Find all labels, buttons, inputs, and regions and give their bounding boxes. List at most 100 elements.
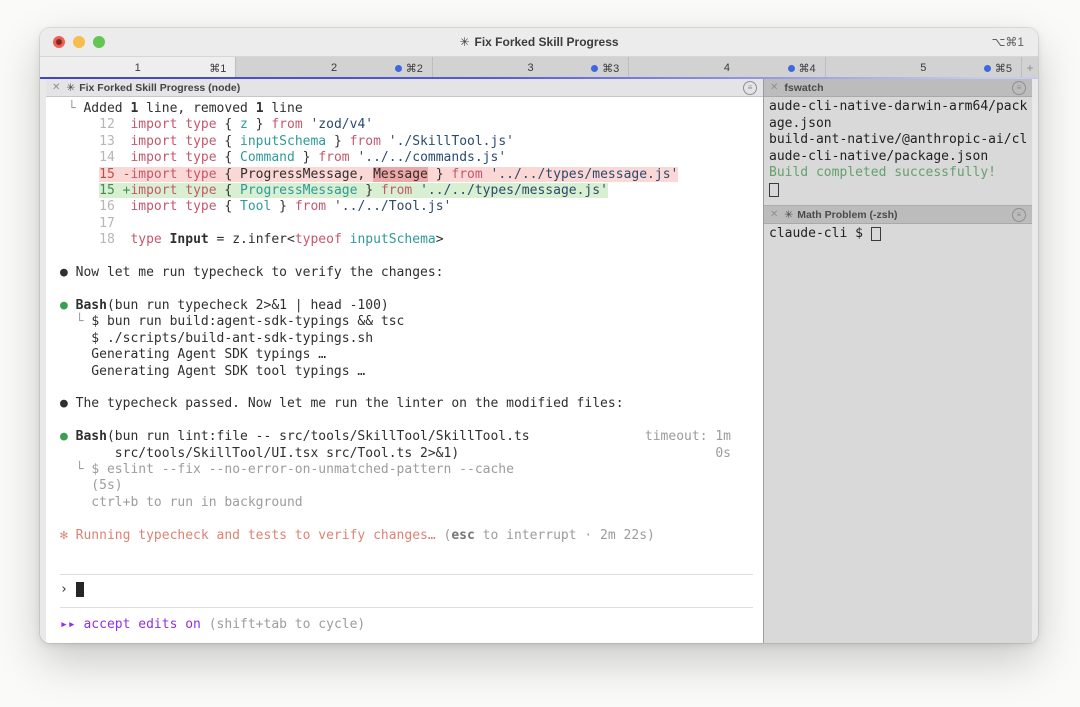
text-segment: { [217,183,240,198]
text-segment: import type [130,134,216,149]
text-segment: '../../types/message.js' [420,183,608,198]
close-pane-icon[interactable]: ✕ [52,82,60,93]
text-segment: line [264,101,303,116]
text-segment: inputSchema [350,232,436,247]
shell-output[interactable]: claude-cli $ [764,224,1032,643]
text-segment: '../../commands.js' [357,150,506,165]
fswatch-line: aude-cli-native/package.json [769,149,1027,166]
text-segment: > [436,232,444,247]
pane-menu-icon[interactable]: ≡ [1012,208,1026,222]
terminal-line: ● Bash(bun run typecheck 2>&1 | head -10… [60,298,753,314]
text-segment: ● The typecheck passed. Now let me run t… [60,396,624,411]
text-segment: Bash [76,429,107,444]
text-segment: 18 [60,232,130,247]
tab-5[interactable]: 5⌘5 [826,57,1022,79]
text-segment: { [217,199,240,214]
left-pane-title: ✳ Fix Forked Skill Progress (node) [66,82,240,94]
pane-menu-icon[interactable]: ≡ [1012,81,1026,95]
text-segment: inputSchema [240,134,326,149]
text-segment: ▸▸ [60,617,83,632]
tab-4[interactable]: 4⌘4 [629,57,825,79]
text-segment: type [130,232,161,247]
diff-added-line: 15 +import type { ProgressMessage } from… [99,183,608,198]
prompt-line: › [60,582,753,598]
activity-dot-icon [591,65,598,72]
text-segment: (5s) [60,478,123,493]
terminal-line [60,249,753,265]
text-segment: 17 [60,216,115,231]
text-segment: Message [373,167,428,182]
terminal-line: Generating Agent SDK typings … [60,347,753,363]
terminal-line: Generating Agent SDK tool typings … [60,364,753,380]
text-segment: Generating Agent SDK tool typings … [60,364,365,379]
pane-menu-icon[interactable]: ≡ [743,81,757,95]
right-aligned-note: 0s [715,446,731,462]
terminal-line [60,511,753,527]
text-segment: › [60,582,76,597]
activity-dot-icon [788,65,795,72]
terminal-line [60,281,753,297]
terminal-line [60,380,753,396]
text-segment: { [217,117,240,132]
text-segment: (shift+tab to cycle) [201,617,365,632]
tab-bar: 1⌘12⌘23⌘34⌘45⌘5 + [40,57,1038,79]
prompt-input[interactable]: › [60,575,753,606]
fswatch-line: Build completed successfully! [769,165,1027,182]
text-segment: } [326,134,349,149]
text-segment: src/tools/SkillTool/UI.tsx src/Tool.ts 2… [60,446,459,461]
text-segment: esc [451,528,474,543]
tab-3[interactable]: 3⌘3 [433,57,629,79]
text-segment: import type [130,199,216,214]
text-segment: 1 [256,101,264,116]
text-segment: └ [60,101,83,116]
zoom-window-button[interactable] [93,36,105,48]
close-pane-icon[interactable]: ✕ [770,82,778,93]
terminal-output: └ Added 1 line, removed 1 line 12 import… [46,97,763,560]
text-segment: to interrupt · 2m 22s) [475,528,655,543]
left-pane-header[interactable]: ✕ ✳ Fix Forked Skill Progress (node) ≡ [46,79,763,97]
title-bar[interactable]: ✳ Fix Forked Skill Progress ⌥⌘1 [40,28,1038,57]
text-segment: claude-cli $ [769,226,871,241]
text-segment: typeof [295,232,342,247]
text-segment: 14 [60,150,130,165]
text-segment: aude-cli-native/package.json [769,149,988,164]
terminal-line: src/tools/SkillTool/UI.tsx src/Tool.ts 2… [60,446,753,462]
text-segment: $ eslint --fix --no-error-on-unmatched-p… [91,462,514,477]
text-segment: Tool [240,199,271,214]
fswatch-output[interactable]: aude-cli-native-darwin-arm64/package.jso… [764,97,1032,205]
text-segment: } [295,150,318,165]
minimize-window-button[interactable] [73,36,85,48]
math-problem-pane-header[interactable]: ✕ ✳ Math Problem (-zsh) ≡ [764,205,1032,224]
math-problem-pane: ✕ ✳ Math Problem (-zsh) ≡ claude-cli $ [764,205,1032,643]
text-segment: 15 - [99,167,130,182]
text-segment: z [240,117,248,132]
close-window-button[interactable] [53,36,65,48]
add-tab-button[interactable]: + [1022,57,1038,79]
tab-shortcut-text: ⌘5 [995,62,1012,75]
text-segment: '../../Tool.js' [334,199,451,214]
diff-removed-line: 15 -import type { ProgressMessage, Messa… [99,167,678,182]
text-segment: 13 [60,134,130,149]
claude-code-terminal[interactable]: └ Added 1 line, removed 1 line 12 import… [46,97,763,643]
fswatch-pane-header[interactable]: ✕ fswatch ≡ [764,79,1032,97]
tab-2[interactable]: 2⌘2 [236,57,432,79]
tab-1[interactable]: 1⌘1 [40,57,236,79]
close-pane-icon[interactable]: ✕ [770,209,778,220]
text-segment: Added [83,101,130,116]
text-segment: from [451,167,482,182]
terminal-line: ctrl+b to run in background [60,495,753,511]
text-segment: 15 + [99,183,130,198]
tab-shortcut: ⌘3 [591,62,619,75]
fswatch-line: age.json [769,116,1027,133]
tabs: 1⌘12⌘23⌘34⌘45⌘5 [40,57,1022,79]
text-segment: └ [60,462,91,477]
text-segment: ctrl+b to run in background [60,495,303,510]
text-segment: Command [240,150,295,165]
fswatch-pane-title: fswatch [784,82,823,94]
text-segment: = z.infer< [209,232,295,247]
tab-label: 1 [40,62,235,74]
fswatch-line: aude-cli-native-darwin-arm64/pack [769,99,1027,116]
math-problem-pane-title: ✳ Math Problem (-zsh) [784,209,897,221]
text-segment: Input [170,232,209,247]
text-segment: { ProgressMessage, [217,167,374,182]
